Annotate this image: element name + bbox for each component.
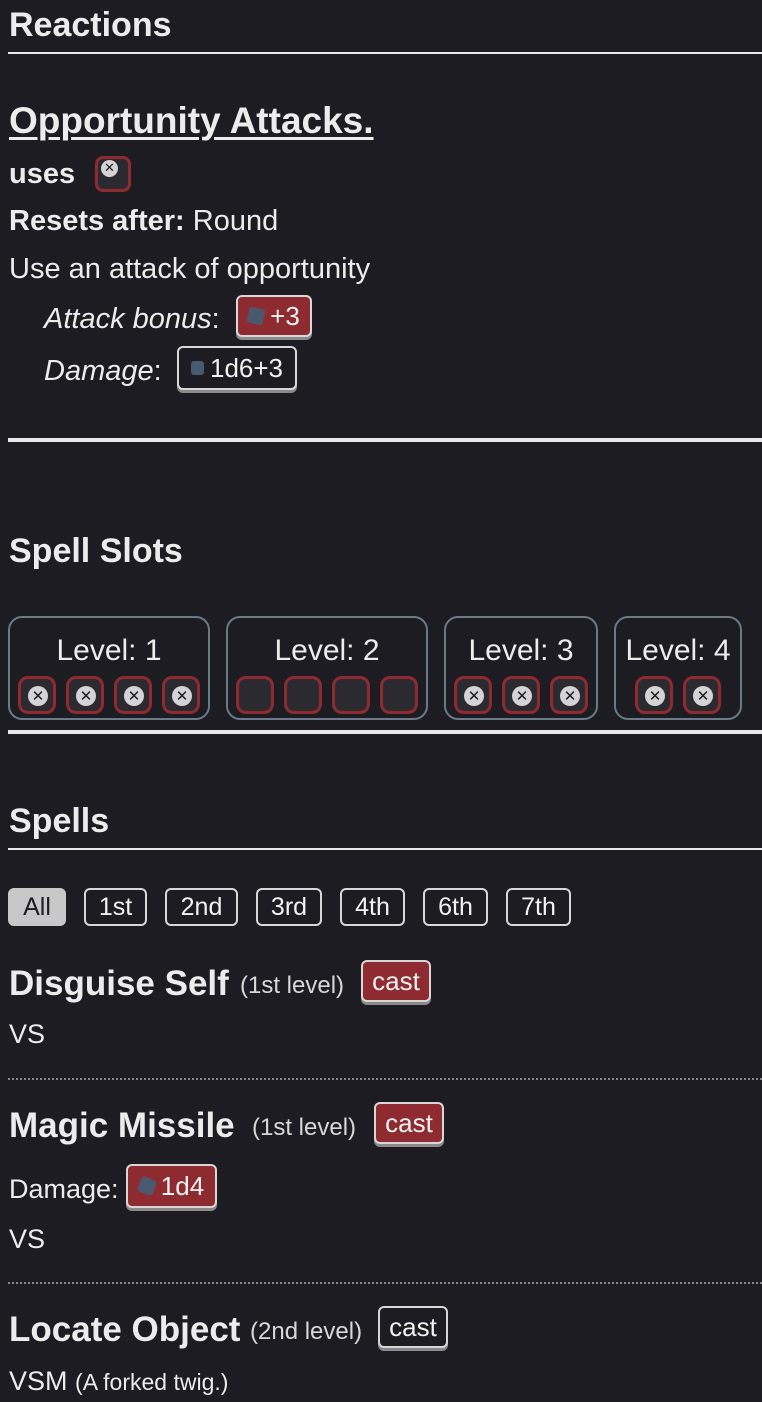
cast-button[interactable]: cast: [374, 1102, 444, 1144]
section-divider: [8, 730, 762, 734]
slot-checkbox[interactable]: [284, 676, 322, 714]
spells-heading: Spells: [9, 802, 110, 840]
damage-roll-value: 1d6+3: [209, 352, 284, 383]
slot-checkbox[interactable]: [683, 676, 721, 714]
spell-components: VS: [9, 1019, 46, 1049]
resets-value: Round: [192, 205, 279, 237]
spell-damage-roll-button[interactable]: 1d4: [126, 1164, 217, 1208]
use-checkbox[interactable]: [95, 156, 131, 192]
spell-name: Magic Missile: [9, 1106, 235, 1145]
reactions-heading: Reactions: [9, 6, 172, 44]
filter-3rd[interactable]: 3rd: [256, 888, 322, 926]
d4-icon: [136, 1175, 158, 1197]
spell-damage-label: Damage:: [9, 1174, 119, 1204]
slot-group-level-4: Level: 4: [614, 616, 742, 720]
damage-roll-button[interactable]: 1d6+3: [177, 346, 297, 390]
attack-roll-value: +3: [270, 300, 300, 331]
slot-boxes: [228, 676, 426, 714]
slot-checkbox[interactable]: [114, 676, 152, 714]
attack-bonus-label-row: Attack bonus:: [44, 303, 220, 336]
slot-level-label: Level: 2: [274, 634, 380, 667]
spell-level: (1st level): [252, 1114, 357, 1141]
slot-checkbox[interactable]: [502, 676, 540, 714]
slot-group-level-1: Level: 1: [8, 616, 210, 720]
slot-group-level-3: Level: 3: [444, 616, 598, 720]
spell-separator: [8, 1282, 762, 1284]
filter-2nd[interactable]: 2nd: [165, 888, 238, 926]
reaction-title: Opportunity Attacks.: [9, 100, 374, 141]
attack-roll-button[interactable]: +3: [236, 295, 312, 337]
damage-colon: :: [153, 355, 162, 387]
slot-checkbox[interactable]: [454, 676, 492, 714]
slot-boxes: [10, 676, 208, 714]
slot-checkbox[interactable]: [18, 676, 56, 714]
slot-checkbox[interactable]: [236, 676, 274, 714]
filter-6th[interactable]: 6th: [423, 888, 488, 926]
slot-boxes: [616, 676, 740, 714]
slot-checkbox[interactable]: [380, 676, 418, 714]
divider: [8, 52, 762, 54]
slot-group-level-2: Level: 2: [226, 616, 428, 720]
spell-slots-heading: Spell Slots: [9, 532, 183, 570]
filter-all[interactable]: All: [8, 888, 66, 926]
filter-4th[interactable]: 4th: [340, 888, 405, 926]
d20-icon: [246, 306, 266, 326]
damage-label-row: Damage:: [44, 355, 162, 388]
uses-label: uses: [9, 158, 76, 190]
attack-bonus-colon: :: [211, 303, 220, 335]
slot-checkbox[interactable]: [635, 676, 673, 714]
damage-label: Damage: [44, 355, 154, 387]
spell-level: (1st level): [240, 972, 345, 999]
spell-components: VSM: [9, 1366, 68, 1396]
filter-1st[interactable]: 1st: [84, 888, 147, 926]
spell-name: Disguise Self: [9, 964, 229, 1003]
slot-level-label: Level: 1: [56, 634, 162, 667]
filter-7th[interactable]: 7th: [506, 888, 571, 926]
divider: [8, 848, 762, 850]
section-divider: [8, 438, 762, 442]
spell-separator: [8, 1078, 762, 1080]
spell-level: (2nd level): [250, 1318, 363, 1345]
spell-material: (A forked twig.): [75, 1369, 229, 1395]
spell-components-row: VSM (A forked twig.): [9, 1366, 228, 1397]
slot-level-label: Level: 3: [468, 634, 574, 667]
reaction-description: Use an attack of opportunity: [9, 253, 371, 285]
spell-components: VS: [9, 1224, 46, 1254]
slot-checkbox[interactable]: [66, 676, 104, 714]
slot-checkbox[interactable]: [162, 676, 200, 714]
spell-name: Locate Object: [9, 1310, 241, 1349]
slot-boxes: [446, 676, 596, 714]
slot-checkbox[interactable]: [332, 676, 370, 714]
cast-button[interactable]: cast: [378, 1306, 448, 1348]
resets-label: Resets after:: [9, 205, 185, 237]
cast-button[interactable]: cast: [361, 960, 431, 1002]
attack-bonus-label: Attack bonus: [44, 303, 212, 335]
d6-icon: [190, 361, 204, 375]
slot-checkbox[interactable]: [550, 676, 588, 714]
resets-row: Resets after: Round: [9, 205, 278, 238]
slot-level-label: Level: 4: [625, 634, 731, 667]
spell-damage-value: 1d4: [160, 1170, 205, 1201]
